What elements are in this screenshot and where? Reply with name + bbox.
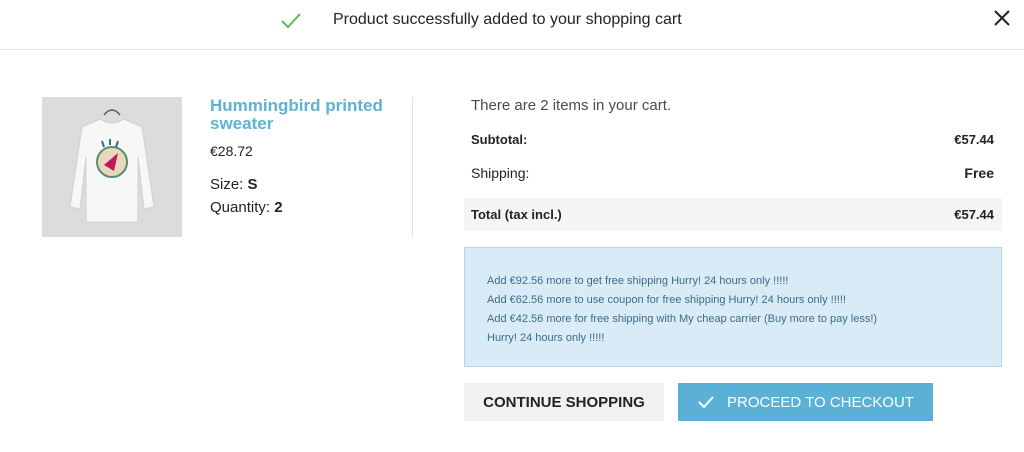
- alert-line: Add €92.56 more to get free shipping Hur…: [487, 275, 789, 287]
- quantity-label: Quantity:: [210, 199, 275, 216]
- modal-header: Product successfully added to your shopp…: [0, 0, 1024, 50]
- alert-line: Add €62.56 more to use coupon for free s…: [487, 294, 846, 306]
- product-image: [42, 97, 182, 237]
- alert-line: Hurry! 24 hours only !!!!!: [487, 332, 605, 344]
- check-icon: [698, 396, 714, 409]
- product-quantity: Quantity: 2: [210, 199, 283, 216]
- product-price: €28.72: [210, 143, 253, 159]
- cart-count: There are 2 items in your cart.: [471, 97, 672, 114]
- quantity-value: 2: [274, 199, 283, 216]
- close-icon[interactable]: [990, 6, 1014, 30]
- product-size: Size: S: [210, 176, 258, 193]
- total-label: Total (tax incl.): [471, 207, 562, 222]
- subtotal-value: €57.44: [954, 132, 994, 147]
- modal-title: Product successfully added to your shopp…: [333, 11, 682, 28]
- product-name[interactable]: Hummingbird printed sweater: [210, 97, 405, 133]
- subtotal-label: Subtotal:: [471, 132, 528, 147]
- proceed-to-checkout-button[interactable]: PROCEED TO CHECKOUT: [678, 383, 933, 421]
- checkout-label: PROCEED TO CHECKOUT: [727, 393, 914, 411]
- check-icon: [279, 8, 303, 32]
- shipping-value: Free: [964, 165, 994, 181]
- divider: [412, 97, 413, 237]
- size-value: S: [247, 176, 258, 193]
- continue-shopping-button[interactable]: CONTINUE SHOPPING: [464, 383, 664, 421]
- shipping-label: Shipping:: [471, 165, 530, 181]
- shipping-info-alert: Add €92.56 more to get free shipping Hur…: [464, 247, 1002, 367]
- size-label: Size:: [210, 176, 248, 193]
- total-value: €57.44: [954, 207, 994, 222]
- alert-line: Add €42.56 more for free shipping with M…: [487, 313, 878, 325]
